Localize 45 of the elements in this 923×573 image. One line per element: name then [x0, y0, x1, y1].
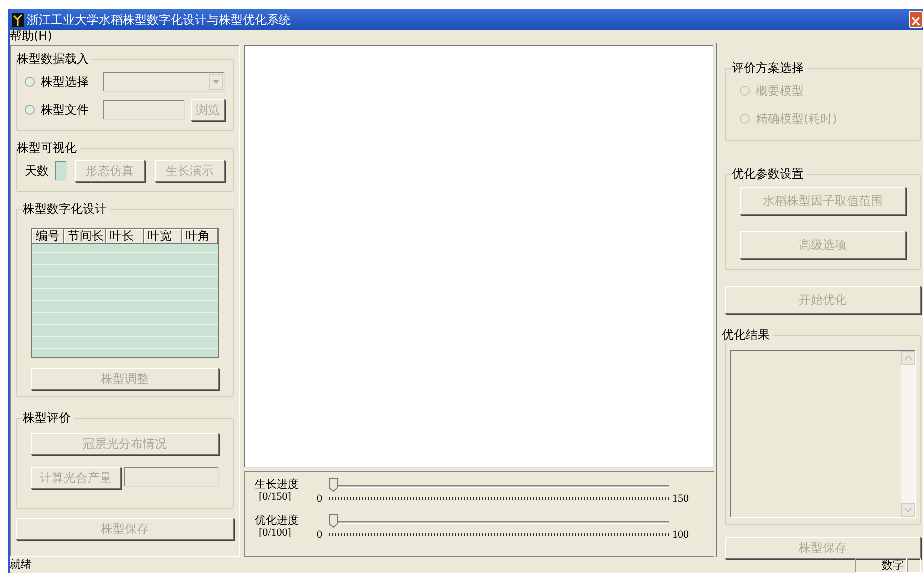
- radio-label: 概要模型: [756, 83, 804, 100]
- group-title: 优化结果: [722, 328, 771, 342]
- scroll-down-button[interactable]: [901, 503, 915, 517]
- status-text: 就绪: [10, 558, 32, 573]
- radio-label: 株型选择: [41, 74, 89, 91]
- scroll-up-button[interactable]: [901, 351, 915, 365]
- days-label: 天数: [25, 163, 49, 180]
- caret-up-icon: [904, 356, 912, 360]
- menu-item[interactable]: 帮助(H): [10, 30, 52, 43]
- group-title: 优化参数设置: [732, 167, 805, 181]
- dropdown-field[interactable]: [103, 72, 225, 92]
- status-indicator: 数字: [855, 558, 907, 573]
- max-label: 150: [672, 492, 689, 507]
- group-title: 株型数据载入: [17, 52, 90, 66]
- file-path-field[interactable]: [103, 100, 185, 120]
- radio-label: 精确模型(耗时): [756, 111, 838, 128]
- range-label: [0/100]: [258, 527, 292, 540]
- status-pane: [907, 558, 921, 573]
- range-label: [0/150]: [258, 491, 292, 504]
- group-title: 株型可视化: [17, 141, 78, 155]
- column-header[interactable]: 叶角: [182, 229, 218, 244]
- slider-thumb[interactable]: [328, 514, 338, 528]
- min-label: 0: [317, 492, 322, 507]
- slider-label: 生长进度: [255, 478, 300, 491]
- days-field[interactable]: [55, 161, 67, 181]
- group-title: 株型数字化设计: [23, 202, 108, 216]
- window-title: 浙江工业大学水稻株型数字化设计与株型优化系统: [27, 12, 291, 28]
- scrollbar[interactable]: [901, 351, 915, 517]
- slider-label: 优化进度: [255, 514, 300, 527]
- column-header[interactable]: 叶长: [106, 229, 144, 244]
- yield-field[interactable]: [124, 467, 219, 487]
- radio-button[interactable]: [25, 77, 35, 87]
- close-button[interactable]: [909, 11, 923, 28]
- max-label: 100: [672, 528, 689, 543]
- group-title: 株型评价: [23, 411, 72, 425]
- group-title: 评价方案选择: [732, 61, 805, 75]
- column-header[interactable]: 编号: [32, 229, 64, 244]
- column-header[interactable]: 节间长: [64, 229, 106, 244]
- radio-button[interactable]: [25, 105, 35, 115]
- slider-thumb[interactable]: [328, 478, 338, 492]
- column-header[interactable]: 叶宽: [144, 229, 182, 244]
- radio-label: 株型文件: [41, 102, 89, 119]
- min-label: 0: [317, 528, 322, 543]
- caret-down-icon: [904, 508, 912, 512]
- plant-icon: [12, 12, 24, 26]
